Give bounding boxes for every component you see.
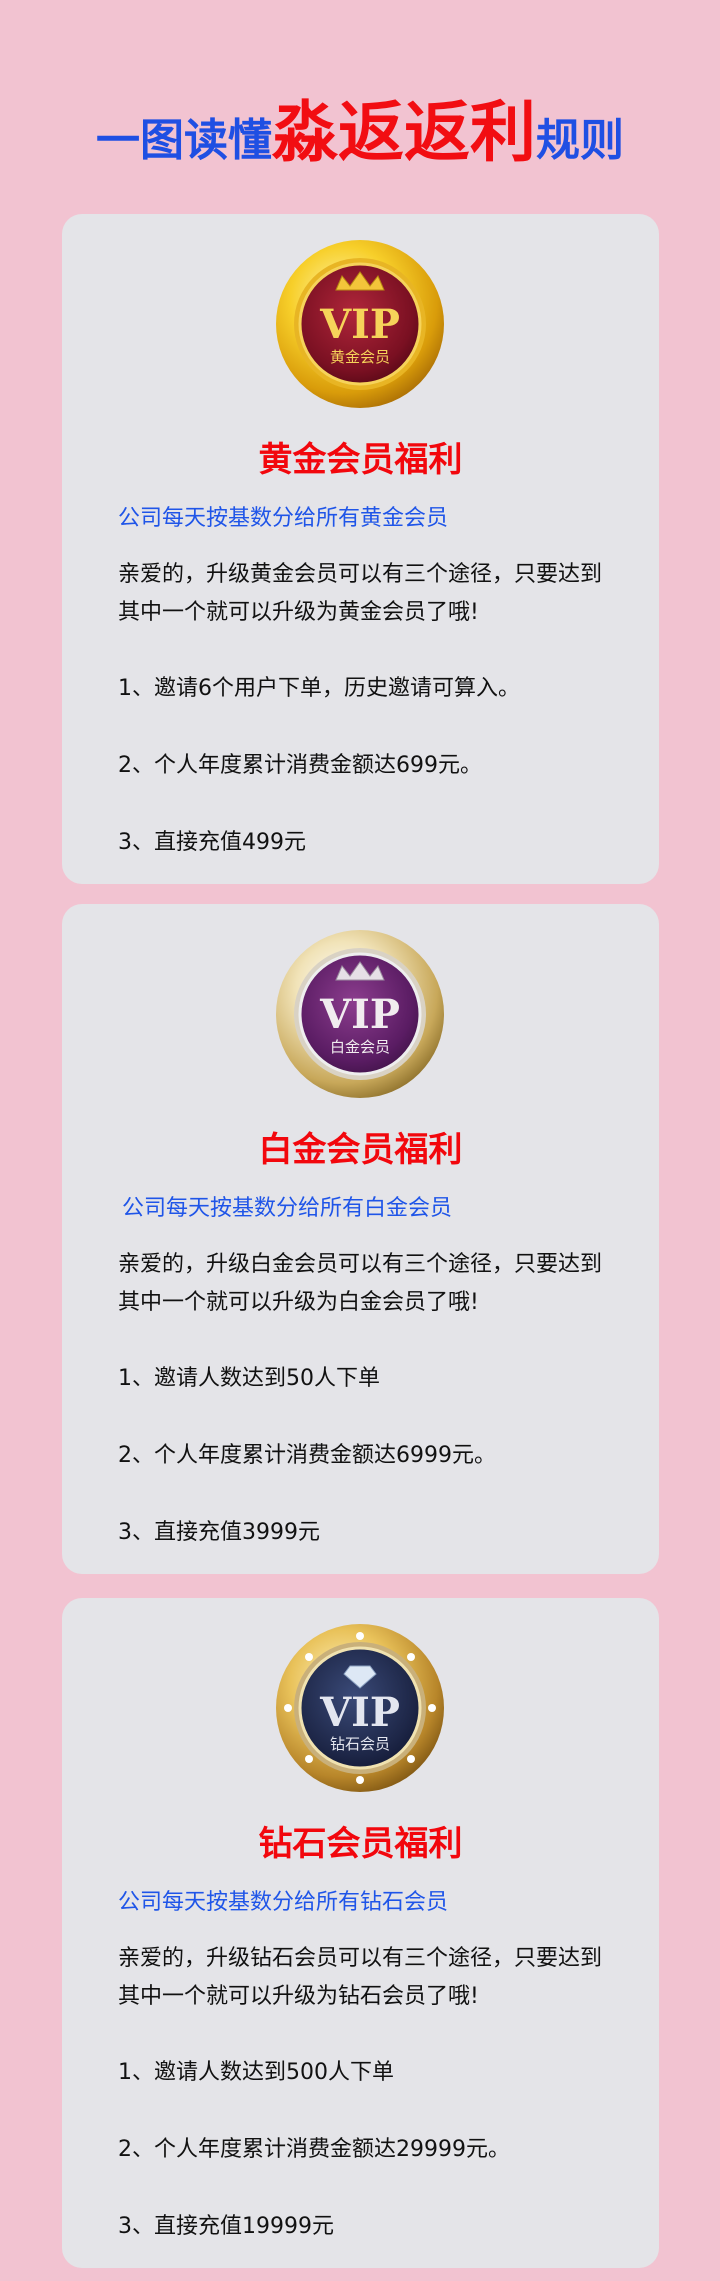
requirement-item: 3、直接充值19999元 <box>118 2214 334 2239</box>
requirement-item: 2、个人年度累计消费金额达29999元。 <box>118 2137 510 2162</box>
card-intro-line: 其中一个就可以升级为黄金会员了哦! <box>118 600 479 625</box>
card-intro-line: 其中一个就可以升级为钻石会员了哦! <box>118 1984 479 2009</box>
badge-label: 白金会员 <box>330 1038 390 1056</box>
badge-vip-text: VIP <box>319 301 400 348</box>
gold-member-card: VIP 黄金会员 黄金会员福利 公司每天按基数分给所有黄金会员 亲爱的，升级黄金… <box>62 214 659 884</box>
badge-label: 钻石会员 <box>330 1735 390 1753</box>
requirement-item: 1、邀请人数达到500人下单 <box>118 2060 394 2085</box>
card-title: 白金会员福利 <box>258 1130 463 1170</box>
card-intro-line: 亲爱的，升级白金会员可以有三个途径，只要达到 <box>118 1252 603 1277</box>
card-subtitle: 公司每天按基数分给所有黄金会员 <box>118 506 449 531</box>
badge-vip-text: VIP <box>319 991 400 1038</box>
requirement-item: 1、邀请6个用户下单，历史邀请可算入。 <box>118 676 520 701</box>
page-title-brand: 淼返返利 <box>272 94 536 171</box>
diamond-member-card: VIP 钻石会员 钻石会员福利 公司每天按基数分给所有钻石会员 亲爱的，升级钻石… <box>62 1598 659 2268</box>
card-intro-line: 亲爱的，升级钻石会员可以有三个途径，只要达到 <box>118 1946 603 1971</box>
card-intro-line: 亲爱的，升级黄金会员可以有三个途径，只要达到 <box>118 562 603 587</box>
badge-label: 黄金会员 <box>330 348 390 366</box>
requirement-item: 3、直接充值3999元 <box>118 1520 320 1545</box>
card-intro: 亲爱的，升级钻石会员可以有三个途径，只要达到 其中一个就可以升级为钻石会员了哦! <box>118 1940 638 2016</box>
vip-platinum-badge-icon: VIP 白金会员 <box>274 928 446 1100</box>
card-intro: 亲爱的，升级白金会员可以有三个途径，只要达到 其中一个就可以升级为白金会员了哦! <box>118 1246 638 1322</box>
requirement-item: 2、个人年度累计消费金额达699元。 <box>118 753 482 778</box>
card-subtitle: 公司每天按基数分给所有钻石会员 <box>118 1890 449 1915</box>
card-intro: 亲爱的，升级黄金会员可以有三个途径，只要达到 其中一个就可以升级为黄金会员了哦! <box>118 556 638 632</box>
vip-gold-badge-icon: VIP 黄金会员 <box>274 238 446 410</box>
card-title: 钻石会员福利 <box>258 1824 463 1864</box>
platinum-member-card: VIP 白金会员 白金会员福利 公司每天按基数分给所有白金会员 亲爱的，升级白金… <box>62 904 659 1574</box>
card-title: 黄金会员福利 <box>258 440 463 480</box>
page-title: 一图读懂淼返返利规则 <box>0 100 720 166</box>
vip-diamond-badge-icon: VIP 钻石会员 <box>274 1622 446 1794</box>
badge-vip-text: VIP <box>319 1689 400 1736</box>
card-subtitle: 公司每天按基数分给所有白金会员 <box>122 1196 453 1221</box>
requirement-item: 1、邀请人数达到50人下单 <box>118 1366 380 1391</box>
card-intro-line: 其中一个就可以升级为白金会员了哦! <box>118 1290 479 1315</box>
page-title-prefix: 一图读懂 <box>96 115 272 166</box>
requirement-item: 2、个人年度累计消费金额达6999元。 <box>118 1443 496 1468</box>
requirement-item: 3、直接充值499元 <box>118 830 306 855</box>
page-title-suffix: 规则 <box>536 115 624 166</box>
